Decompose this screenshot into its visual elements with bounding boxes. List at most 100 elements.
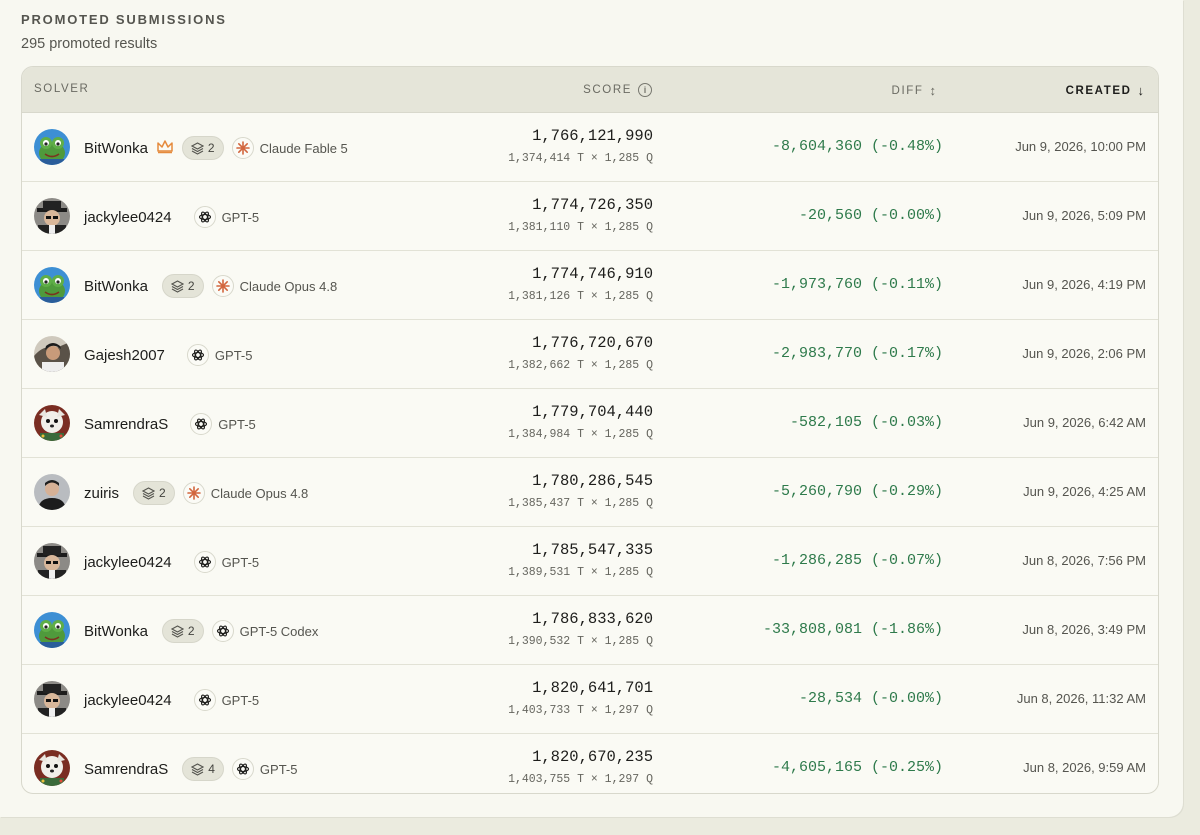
avatar[interactable] (34, 474, 70, 510)
table-row[interactable]: SamrendraS 4 GPT-5 1,820,670,235 1,403,7… (22, 734, 1158, 793)
promoted-submissions-panel: PROMOTED SUBMISSIONS 295 promoted result… (0, 0, 1183, 817)
table-row[interactable]: BitWonka 2 GPT-5 Codex 1,786,833,620 1,3… (22, 596, 1158, 665)
submissions-table: SOLVER SCORE i DIFF ↕ CREATED ↓ BitWonka… (21, 66, 1159, 794)
openai-icon (193, 689, 216, 711)
column-header-solver: SOLVER (34, 83, 90, 95)
avatar[interactable] (34, 543, 70, 579)
avatar[interactable] (34, 681, 70, 717)
table-row[interactable]: zuiris 2 Claude Opus 4.8 1,780,286,545 1… (22, 458, 1158, 527)
avatar[interactable] (34, 129, 70, 165)
score-value: 1,776,720,670 (532, 334, 653, 352)
diff-value: -4,605,165 (-0.25%) (771, 759, 943, 776)
model-name: GPT-5 (259, 761, 298, 777)
solver-name[interactable]: jackylee0424 (84, 209, 172, 226)
score-value: 1,774,746,910 (532, 265, 653, 283)
stack-count: 2 (187, 279, 195, 293)
created-date: Jun 8, 2026, 7:56 PM (1022, 553, 1146, 568)
model-chip: GPT-5 (193, 206, 260, 228)
solver-name[interactable]: BitWonka (84, 278, 148, 295)
score-detail: 1,403,755 T × 1,297 Q (508, 773, 653, 786)
score-detail: 1,390,532 T × 1,285 Q (508, 635, 653, 648)
diff-value: -1,973,760 (-0.11%) (771, 276, 943, 293)
table-row[interactable]: jackylee0424 GPT-5 1,820,641,701 1,403,7… (22, 665, 1158, 734)
score-value: 1,820,670,235 (532, 748, 653, 766)
table-row[interactable]: jackylee0424 GPT-5 1,785,547,335 1,389,5… (22, 527, 1158, 596)
stack-count-badge[interactable]: 2 (161, 619, 204, 643)
model-name: GPT-5 (221, 209, 260, 225)
solver-name[interactable]: Gajesh2007 (84, 347, 165, 364)
solver-name[interactable]: BitWonka (84, 623, 148, 640)
solver-name[interactable]: SamrendraS (84, 416, 168, 433)
solver-name[interactable]: jackylee0424 (84, 554, 172, 571)
stack-count-badge[interactable]: 2 (181, 136, 224, 160)
table-row[interactable]: SamrendraS GPT-5 1,779,704,440 1,384,984… (22, 389, 1158, 458)
model-chip: Claude Fable 5 (231, 137, 348, 159)
score-value: 1,786,833,620 (532, 610, 653, 628)
diff-value: -33,808,081 (-1.86%) (762, 621, 943, 638)
avatar[interactable] (34, 405, 70, 441)
model-name: GPT-5 (214, 347, 253, 363)
diff-value: -1,286,285 (-0.07%) (771, 552, 943, 569)
score-detail: 1,382,662 T × 1,285 Q (508, 359, 653, 372)
avatar[interactable] (34, 198, 70, 234)
info-icon[interactable]: i (638, 83, 652, 97)
model-chip: GPT-5 Codex (211, 620, 319, 642)
claude-sparkle-icon (182, 482, 205, 504)
stack-count-badge[interactable]: 2 (133, 481, 175, 505)
score-detail: 1,384,984 T × 1,285 Q (508, 428, 653, 441)
model-chip: GPT-5 (186, 344, 253, 366)
avatar[interactable] (34, 750, 70, 786)
diff-value: -8,604,360 (-0.48%) (771, 138, 943, 155)
score-detail: 1,403,733 T × 1,297 Q (508, 704, 653, 717)
score-detail: 1,381,110 T × 1,285 Q (508, 221, 653, 234)
created-date: Jun 8, 2026, 9:59 AM (1023, 760, 1146, 775)
model-chip: GPT-5 (231, 758, 298, 780)
stack-count: 2 (207, 141, 215, 155)
solver-name[interactable]: zuiris (84, 485, 119, 502)
table-header: SOLVER SCORE i DIFF ↕ CREATED ↓ (22, 67, 1158, 113)
column-header-diff[interactable]: DIFF ↕ (892, 83, 936, 98)
stack-count: 2 (159, 486, 166, 500)
diff-value: -20,560 (-0.00%) (798, 207, 943, 224)
diff-value: -582,105 (-0.03%) (789, 414, 943, 431)
stack-count-badge[interactable]: 4 (182, 757, 224, 781)
openai-icon (193, 206, 216, 228)
model-name: Claude Opus 4.8 (239, 278, 338, 294)
score-value: 1,820,641,701 (532, 679, 653, 697)
scrollbar[interactable] (1186, 0, 1198, 835)
solver-name[interactable]: jackylee0424 (84, 692, 172, 709)
table-row[interactable]: jackylee0424 GPT-5 1,774,726,350 1,381,1… (22, 182, 1158, 251)
table-row[interactable]: Gajesh2007 GPT-5 1,776,720,670 1,382,662… (22, 320, 1158, 389)
table-row[interactable]: BitWonka 2 Claude Opus 4.8 1,774,746,910… (22, 251, 1158, 320)
openai-icon (231, 758, 254, 780)
avatar[interactable] (34, 612, 70, 648)
solver-name[interactable]: BitWonka (84, 140, 148, 157)
table-row[interactable]: BitWonka 2 Claude Fable 5 1,766,121,990 … (22, 113, 1158, 182)
layers-icon (142, 486, 156, 500)
openai-icon (211, 620, 234, 642)
layers-icon (170, 279, 184, 293)
sort-updown-icon[interactable]: ↕ (930, 83, 937, 98)
model-name: GPT-5 Codex (239, 623, 319, 639)
model-chip: GPT-5 (193, 689, 259, 711)
avatar[interactable] (34, 336, 70, 372)
score-detail: 1,381,126 T × 1,285 Q (508, 290, 653, 303)
avatar[interactable] (34, 267, 70, 303)
created-date: Jun 8, 2026, 11:32 AM (1016, 691, 1146, 706)
claude-sparkle-icon (231, 137, 254, 159)
arrow-down-icon[interactable]: ↓ (1138, 83, 1145, 98)
solver-name[interactable]: SamrendraS (84, 761, 168, 778)
diff-value: -5,260,790 (-0.29%) (771, 483, 943, 500)
diff-value: -28,534 (-0.00%) (798, 690, 943, 707)
column-header-created[interactable]: CREATED ↓ (1066, 83, 1144, 98)
score-value: 1,779,704,440 (532, 403, 653, 421)
model-name: GPT-5 (221, 554, 260, 570)
created-date: Jun 9, 2026, 6:42 AM (1023, 415, 1146, 430)
created-date: Jun 8, 2026, 3:49 PM (1022, 622, 1146, 637)
score-detail: 1,374,414 T × 1,285 Q (508, 152, 653, 165)
stack-count-badge[interactable]: 2 (161, 274, 204, 298)
column-header-score: SCORE i (583, 83, 652, 97)
section-title: PROMOTED SUBMISSIONS (21, 12, 227, 27)
diff-value: -2,983,770 (-0.17%) (771, 345, 943, 362)
crown-icon (156, 138, 174, 154)
